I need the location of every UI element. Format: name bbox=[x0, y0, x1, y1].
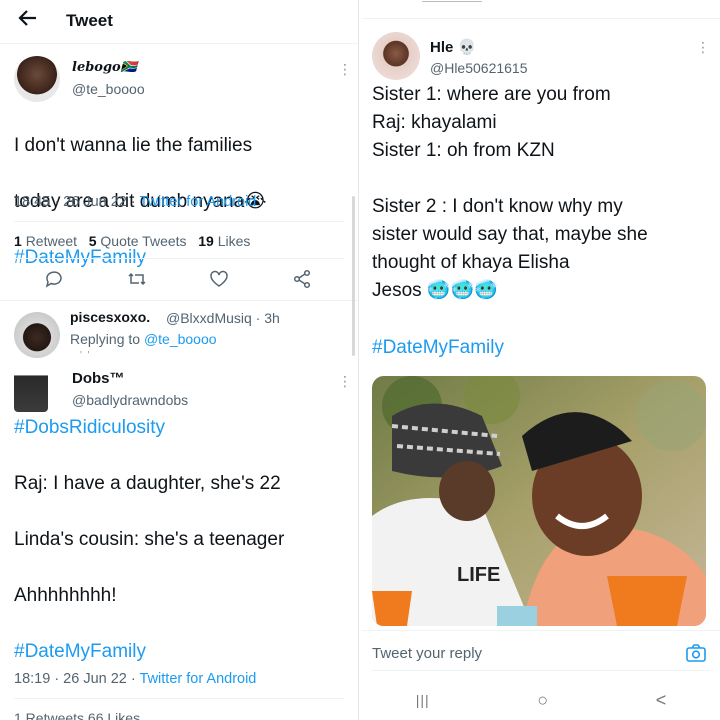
svg-text:LIFE: LIFE bbox=[457, 564, 500, 586]
flag-icon: 🇿🇦 bbox=[120, 60, 137, 75]
author-name[interactable]: Dobs™ bbox=[72, 370, 125, 387]
top-bar: Tweet bbox=[0, 0, 358, 42]
avatar[interactable] bbox=[14, 366, 48, 412]
tweet-text-line: Sister 2 : I don't know why my bbox=[372, 196, 623, 217]
camera-icon[interactable] bbox=[685, 643, 707, 668]
reply-handle-time[interactable]: @BlxxdMusiq · 3h bbox=[166, 310, 280, 326]
tweet-text-line: Sister 1: oh from KZN bbox=[372, 140, 555, 161]
replying-to: Replying to @te_boooo bbox=[70, 331, 217, 347]
author-name[interactable]: Hle 💀 bbox=[430, 38, 476, 56]
more-icon[interactable]: ⋮ bbox=[338, 62, 352, 76]
home-button[interactable]: ○ bbox=[537, 690, 548, 711]
timestamp: 18:19 · 26 Jun 22 · bbox=[14, 671, 136, 687]
hashtag-link[interactable]: #DateMyFamily bbox=[14, 638, 146, 666]
retweets-stat[interactable]: 1 Retweet bbox=[14, 233, 77, 249]
author-name[interactable]: lebogo🇿🇦 bbox=[72, 60, 137, 75]
tweet-text-line: Sister 1: where are you from bbox=[372, 84, 611, 105]
tweet-text-line: Ahhhhhhhh! bbox=[14, 585, 117, 606]
divider bbox=[0, 300, 358, 301]
timestamp: 18:45 · 26 Jun 22 · bbox=[14, 194, 136, 210]
tweet-text-line: I don't wanna lie the families bbox=[14, 135, 253, 156]
mention-link[interactable]: @te_boooo bbox=[144, 331, 217, 347]
left-screen: Tweet lebogo🇿🇦 @te_boooo ⋮ I don't wanna… bbox=[0, 0, 358, 720]
likes-stat[interactable]: 19 Likes bbox=[198, 233, 250, 249]
tweet-text-line: Raj: I have a daughter, she's 22 bbox=[14, 473, 281, 494]
tweet-text-line: sister would say that, maybe she bbox=[372, 224, 648, 245]
avatar[interactable] bbox=[14, 312, 60, 358]
tweet-photo[interactable]: LIFE bbox=[372, 376, 706, 626]
divider bbox=[14, 698, 344, 699]
android-nav-bar: ||| ○ < bbox=[362, 680, 720, 720]
like-icon[interactable] bbox=[209, 269, 231, 291]
avatar[interactable] bbox=[14, 56, 60, 102]
emoji-fragment: ' ' bbox=[80, 350, 90, 361]
reply-author-name[interactable]: piscesxoxo. bbox=[70, 309, 150, 325]
tweet-meta: 18:45 · 26 Jun 22 · Twitter for Android bbox=[14, 194, 256, 210]
tweet-text-line: Linda's cousin: she's a teenager bbox=[14, 529, 285, 550]
tweet-stats: 1 Retweet 5 Quote Tweets 19 Likes bbox=[14, 233, 250, 249]
divider bbox=[0, 43, 358, 44]
scrollbar[interactable] bbox=[352, 196, 355, 356]
arrow-left-icon[interactable] bbox=[18, 8, 48, 34]
avatar[interactable] bbox=[372, 32, 420, 80]
page-title: Tweet bbox=[66, 11, 113, 30]
tweet-text-line: Jesos 🥶🥶🥶 bbox=[372, 280, 498, 301]
recent-apps-button[interactable]: ||| bbox=[416, 692, 430, 708]
hashtag-link[interactable]: #DobsRidiculosity bbox=[14, 414, 165, 442]
quotes-stat[interactable]: 5 Quote Tweets bbox=[89, 233, 187, 249]
tweet-stats-cut: 1 Retweets 66 Likes bbox=[14, 710, 141, 720]
more-icon[interactable]: ⋮ bbox=[696, 40, 710, 54]
divider bbox=[362, 630, 720, 631]
author-handle[interactable]: @badlydrawndobs bbox=[72, 392, 188, 408]
divider bbox=[362, 18, 720, 19]
divider bbox=[14, 258, 344, 259]
reply-icon[interactable] bbox=[44, 269, 66, 291]
divider bbox=[372, 670, 710, 671]
author-handle[interactable]: @Hle50621615 bbox=[430, 60, 528, 76]
tweet-text-line: Raj: khayalami bbox=[372, 112, 497, 133]
share-icon[interactable] bbox=[292, 269, 314, 291]
source-link[interactable]: Twitter for Android bbox=[140, 671, 257, 687]
cut-text bbox=[422, 1, 482, 2]
source-link[interactable]: Twitter for Android bbox=[140, 194, 257, 210]
reply-input[interactable]: Tweet your reply bbox=[372, 645, 482, 662]
back-button[interactable]: < bbox=[656, 690, 667, 711]
more-icon[interactable]: ⋮ bbox=[338, 374, 352, 388]
retweet-icon[interactable] bbox=[127, 269, 149, 291]
author-handle[interactable]: @te_boooo bbox=[72, 81, 145, 97]
skull-icon: 💀 bbox=[457, 39, 477, 56]
tweet-meta: 18:19 · 26 Jun 22 · Twitter for Android bbox=[14, 671, 256, 687]
hashtag-link[interactable]: #DateMyFamily bbox=[372, 334, 504, 362]
divider bbox=[14, 221, 344, 222]
tweet-text-line: thought of khaya Elisha bbox=[372, 252, 570, 273]
action-bar bbox=[14, 269, 344, 291]
